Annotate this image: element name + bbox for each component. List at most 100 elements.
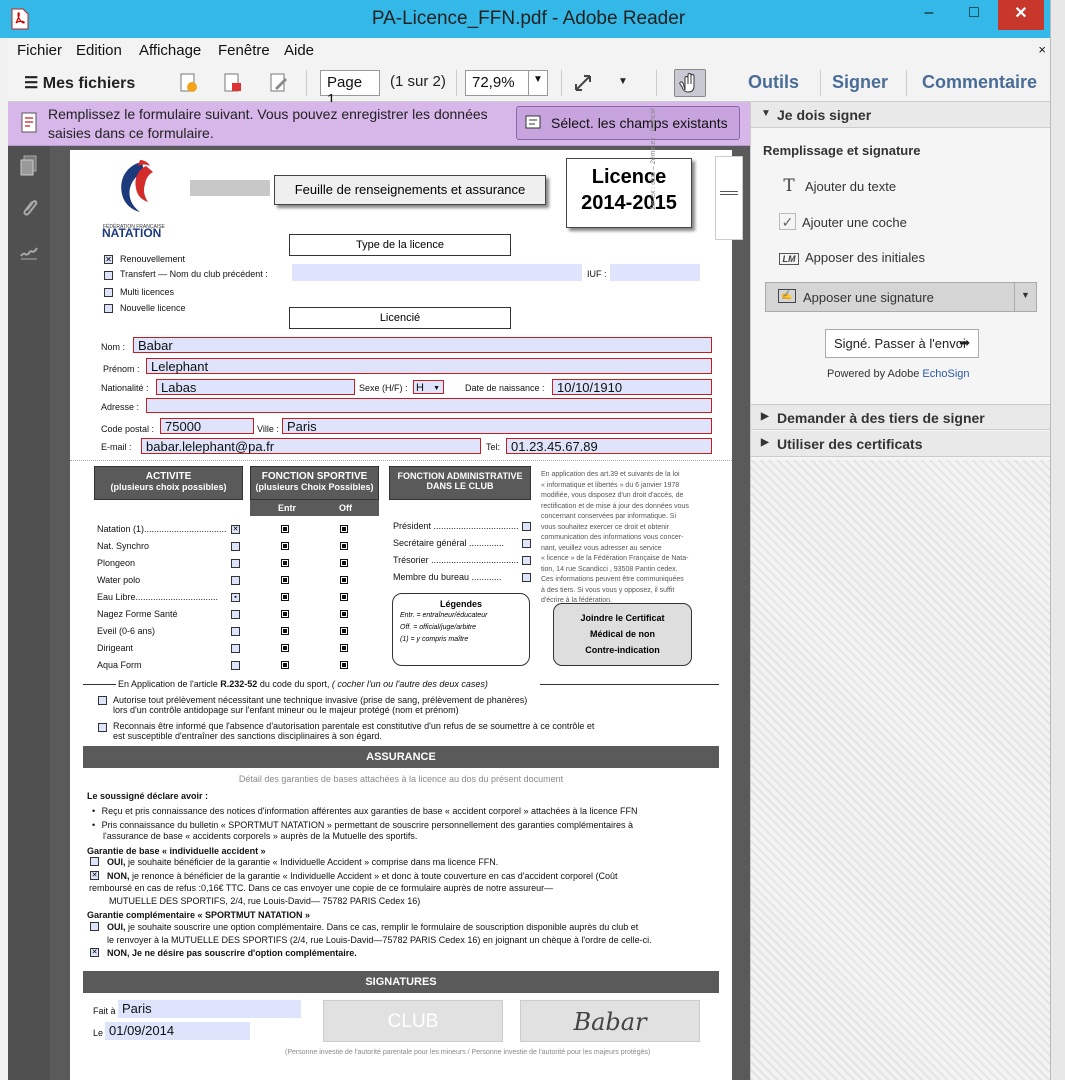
create-pdf-icon[interactable]: [178, 72, 200, 94]
more-tools-chevron-icon[interactable]: ▼: [618, 76, 628, 87]
tel-field[interactable]: 01.23.45.67.89: [506, 438, 712, 454]
user-signature-box[interactable]: Babar: [520, 1000, 700, 1042]
signer-tab[interactable]: Signer: [832, 72, 888, 93]
hand-tool-button[interactable]: [674, 69, 706, 97]
off-checkbox[interactable]: [340, 644, 348, 652]
off-checkbox[interactable]: [340, 661, 348, 669]
zoom-input[interactable]: 72,9%: [465, 70, 529, 96]
admin-role-checkbox[interactable]: [522, 556, 531, 565]
maximize-button[interactable]: □: [952, 0, 996, 30]
adresse-field[interactable]: [146, 398, 712, 413]
entr-checkbox[interactable]: [281, 593, 289, 601]
admin-role-checkbox[interactable]: [522, 522, 531, 531]
doc-close-icon[interactable]: ×: [1038, 42, 1046, 57]
menu-affichage[interactable]: Affichage: [139, 42, 201, 59]
outils-tab[interactable]: Outils: [748, 72, 799, 93]
previous-club-field[interactable]: [292, 264, 582, 281]
echosign-link[interactable]: EchoSign: [922, 368, 969, 380]
non-base-checkbox[interactable]: ✕: [90, 871, 99, 880]
entr-checkbox[interactable]: [281, 542, 289, 550]
off-checkbox[interactable]: [340, 542, 348, 550]
email-label: E-mail :: [101, 442, 132, 452]
off-checkbox[interactable]: [340, 525, 348, 533]
menu-fenetre[interactable]: Fenêtre: [218, 42, 270, 59]
oui-comp-checkbox[interactable]: [90, 922, 99, 931]
autorise-checkbox[interactable]: [98, 696, 107, 705]
signature-panel-icon[interactable]: [18, 240, 40, 264]
fit-page-icon[interactable]: [572, 72, 594, 94]
entr-checkbox[interactable]: [281, 525, 289, 533]
iuf-field[interactable]: [610, 264, 700, 281]
off-checkbox[interactable]: [340, 627, 348, 635]
activity-checkbox[interactable]: [231, 644, 240, 653]
demander-tiers-header[interactable]: ▶ Demander à des tiers de signer: [751, 404, 1051, 430]
off-checkbox[interactable]: [340, 559, 348, 567]
fait-field[interactable]: Paris: [118, 1000, 301, 1018]
my-files-button[interactable]: ☰ Mes fichiers: [24, 73, 135, 93]
reconnais-checkbox[interactable]: [98, 723, 107, 732]
menu-fichier[interactable]: Fichier: [17, 42, 62, 59]
legend-box: Légendes Entr. = entraîneur/éducateur Of…: [392, 593, 530, 666]
transfert-checkbox[interactable]: [104, 271, 113, 280]
off-checkbox[interactable]: [340, 610, 348, 618]
admin-role-checkbox[interactable]: [522, 573, 531, 582]
club-signature-box[interactable]: CLUB: [323, 1000, 503, 1042]
multi-licences-checkbox[interactable]: [104, 288, 113, 297]
email-field[interactable]: babar.lelephant@pa.fr: [141, 438, 481, 454]
off-checkbox[interactable]: [340, 593, 348, 601]
activity-checkbox[interactable]: ✕: [231, 525, 240, 534]
activity-checkbox[interactable]: [231, 661, 240, 670]
select-existing-fields-button[interactable]: Sélect. les champs existants: [516, 106, 740, 140]
add-signature-item[interactable]: ✍ Apposer une signature ▼: [765, 282, 1037, 312]
entr-checkbox[interactable]: [281, 644, 289, 652]
entr-checkbox[interactable]: [281, 559, 289, 567]
ville-field[interactable]: Paris: [282, 418, 712, 434]
commentaire-tab[interactable]: Commentaire: [922, 72, 1037, 93]
activity-checkbox[interactable]: [231, 627, 240, 636]
entr-checkbox[interactable]: [281, 610, 289, 618]
off-checkbox[interactable]: [340, 576, 348, 584]
pages-icon[interactable]: [18, 154, 40, 178]
naissance-field[interactable]: 10/10/1910: [552, 379, 712, 395]
entr-checkbox[interactable]: [281, 576, 289, 584]
admin-role-checkbox[interactable]: [522, 539, 531, 548]
close-window-button[interactable]: ✕: [998, 0, 1044, 30]
entr-checkbox[interactable]: [281, 627, 289, 635]
add-check-item[interactable]: ✓ Ajouter une coche: [779, 213, 907, 230]
code-postal-field[interactable]: 75000: [160, 418, 254, 434]
zoom-dropdown-chevron-icon[interactable]: ▼: [528, 70, 548, 96]
prenom-field[interactable]: Lelephant: [146, 358, 712, 374]
date-field[interactable]: 01/09/2014: [105, 1022, 250, 1040]
nationalite-field[interactable]: Labas: [156, 379, 355, 395]
non-comp-checkbox[interactable]: ✕: [90, 948, 99, 957]
side-tab[interactable]: [715, 156, 743, 240]
activity-checkbox[interactable]: ▪: [231, 593, 240, 602]
cnil-notice: En application des art.39 et suivants de…: [541, 471, 689, 604]
page-number-input[interactable]: Page 1: [320, 70, 380, 108]
activity-checkbox[interactable]: [231, 610, 240, 619]
attachment-icon[interactable]: [18, 196, 40, 220]
activity-checkbox[interactable]: [231, 576, 240, 585]
declare-heading: Le soussigné déclare avoir :: [87, 791, 209, 801]
export-pdf-icon[interactable]: [222, 72, 244, 94]
renouvellement-checkbox[interactable]: ✕: [104, 255, 113, 264]
activity-checkbox[interactable]: [231, 542, 240, 551]
nom-field[interactable]: Babar: [133, 337, 712, 353]
entr-checkbox[interactable]: [281, 661, 289, 669]
menu-edition[interactable]: Edition: [76, 42, 122, 59]
activity-checkbox[interactable]: [231, 559, 240, 568]
oui-base-checkbox[interactable]: [90, 857, 99, 866]
side-note: 1er ex : club – 2ème ex : licencié: [650, 108, 657, 210]
edit-icon[interactable]: [268, 72, 290, 94]
signature-dropdown-chevron-icon[interactable]: ▼: [1021, 290, 1030, 300]
add-text-item[interactable]: T Ajouter du texte: [779, 176, 896, 196]
sexe-select[interactable]: H ▼: [413, 380, 444, 394]
bullet-1: • Reçu et pris connaissance des notices …: [92, 806, 638, 816]
add-initials-item[interactable]: LM Apposer des initiales: [779, 250, 925, 265]
signed-send-button[interactable]: Signé. Passer à l'envoi ➡: [825, 329, 979, 358]
je-dois-signer-header[interactable]: ▼ Je dois signer: [751, 102, 1051, 128]
menu-aide[interactable]: Aide: [284, 42, 314, 59]
certificats-header[interactable]: ▶ Utiliser des certificats: [751, 431, 1051, 457]
nouvelle-licence-checkbox[interactable]: [104, 304, 113, 313]
minimize-button[interactable]: –: [908, 0, 950, 30]
